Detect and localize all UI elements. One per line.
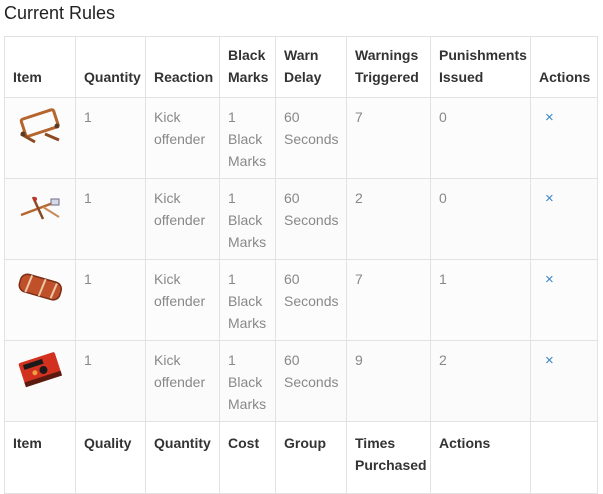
quantity-cell: 1 [75, 97, 146, 179]
reaction-cell: Kick offender [145, 97, 220, 179]
column-header-item: Item [4, 36, 76, 98]
page-title: Current Rules [4, 3, 116, 23]
footer-header-item: Item [4, 421, 76, 494]
warnings-cell: 7 [346, 259, 431, 341]
quantity-cell: 1 [75, 340, 146, 422]
item-cell [4, 97, 76, 179]
warn-delay-cell: 60 Seconds [275, 340, 347, 422]
metal-frame-icon [19, 108, 60, 144]
punishments-cell: 0 [430, 178, 531, 260]
table-header-row: Item Quantity Reaction Black Marks Warn … [4, 36, 598, 98]
column-header-warn-delay: Warn Delay [275, 36, 347, 98]
actions-cell: × [530, 340, 598, 422]
warn-delay-cell: 60 Seconds [275, 259, 347, 341]
warnings-cell: 7 [346, 97, 431, 179]
punishments-cell: 1 [430, 259, 531, 341]
red-book-icon [18, 352, 63, 388]
black-marks-cell: 1 Black Marks [219, 259, 276, 341]
remove-rule-button[interactable]: × [539, 350, 554, 372]
warn-delay-cell: 60 Seconds [275, 178, 347, 260]
warn-delay-cell: 60 Seconds [275, 97, 347, 179]
column-header-warnings-triggered: Warnings Triggered [346, 36, 431, 98]
item-cell [4, 178, 76, 260]
footer-header-quantity: Quantity [145, 421, 220, 494]
warnings-cell: 9 [346, 340, 431, 422]
footer-header-cost: Cost [219, 421, 276, 494]
black-marks-cell: 1 Black Marks [219, 97, 276, 179]
rules-table: Item Quantity Reaction Black Marks Warn … [4, 36, 598, 494]
column-header-actions: Actions [530, 36, 598, 98]
remove-rule-button[interactable]: × [539, 188, 554, 210]
punishments-cell: 0 [430, 97, 531, 179]
quantity-cell: 1 [75, 259, 146, 341]
punishments-cell: 2 [430, 340, 531, 422]
black-marks-cell: 1 Black Marks [219, 340, 276, 422]
actions-cell: × [530, 178, 598, 260]
black-marks-cell: 1 Black Marks [219, 178, 276, 260]
table-row: 1 Kick offender 1 Black Marks 60 Seconds… [4, 340, 598, 422]
table-row: 1 Kick offender 1 Black Marks 60 Seconds… [4, 97, 598, 179]
remove-rule-button[interactable]: × [539, 107, 554, 129]
footer-header-quality: Quality [75, 421, 146, 494]
reaction-cell: Kick offender [145, 178, 220, 260]
reaction-cell: Kick offender [145, 340, 220, 422]
quantity-cell: 1 [75, 178, 146, 260]
remove-rule-button[interactable]: × [539, 269, 554, 291]
wrapped-bundle-icon [18, 273, 63, 301]
column-header-black-marks: Black Marks [219, 36, 276, 98]
footer-header-empty [530, 421, 598, 494]
item-cell [4, 340, 76, 422]
item-cell [4, 259, 76, 341]
actions-cell: × [530, 97, 598, 179]
table-row: 1 Kick offender 1 Black Marks 60 Seconds… [4, 259, 598, 341]
table-footer-row: Item Quality Quantity Cost Group Times P… [4, 421, 598, 494]
footer-header-actions: Actions [430, 421, 531, 494]
actions-cell: × [530, 259, 598, 341]
table-row: 1 Kick offender 1 Black Marks 60 Seconds… [4, 178, 598, 260]
footer-header-group: Group [275, 421, 347, 494]
warnings-cell: 2 [346, 178, 431, 260]
column-header-quantity: Quantity [75, 36, 146, 98]
column-header-reaction: Reaction [145, 36, 220, 98]
slingshot-frame-icon [20, 196, 60, 220]
footer-header-times-purchased: Times Purchased [346, 421, 431, 494]
reaction-cell: Kick offender [145, 259, 220, 341]
column-header-punishments-issued: Punishments Issued [430, 36, 531, 98]
